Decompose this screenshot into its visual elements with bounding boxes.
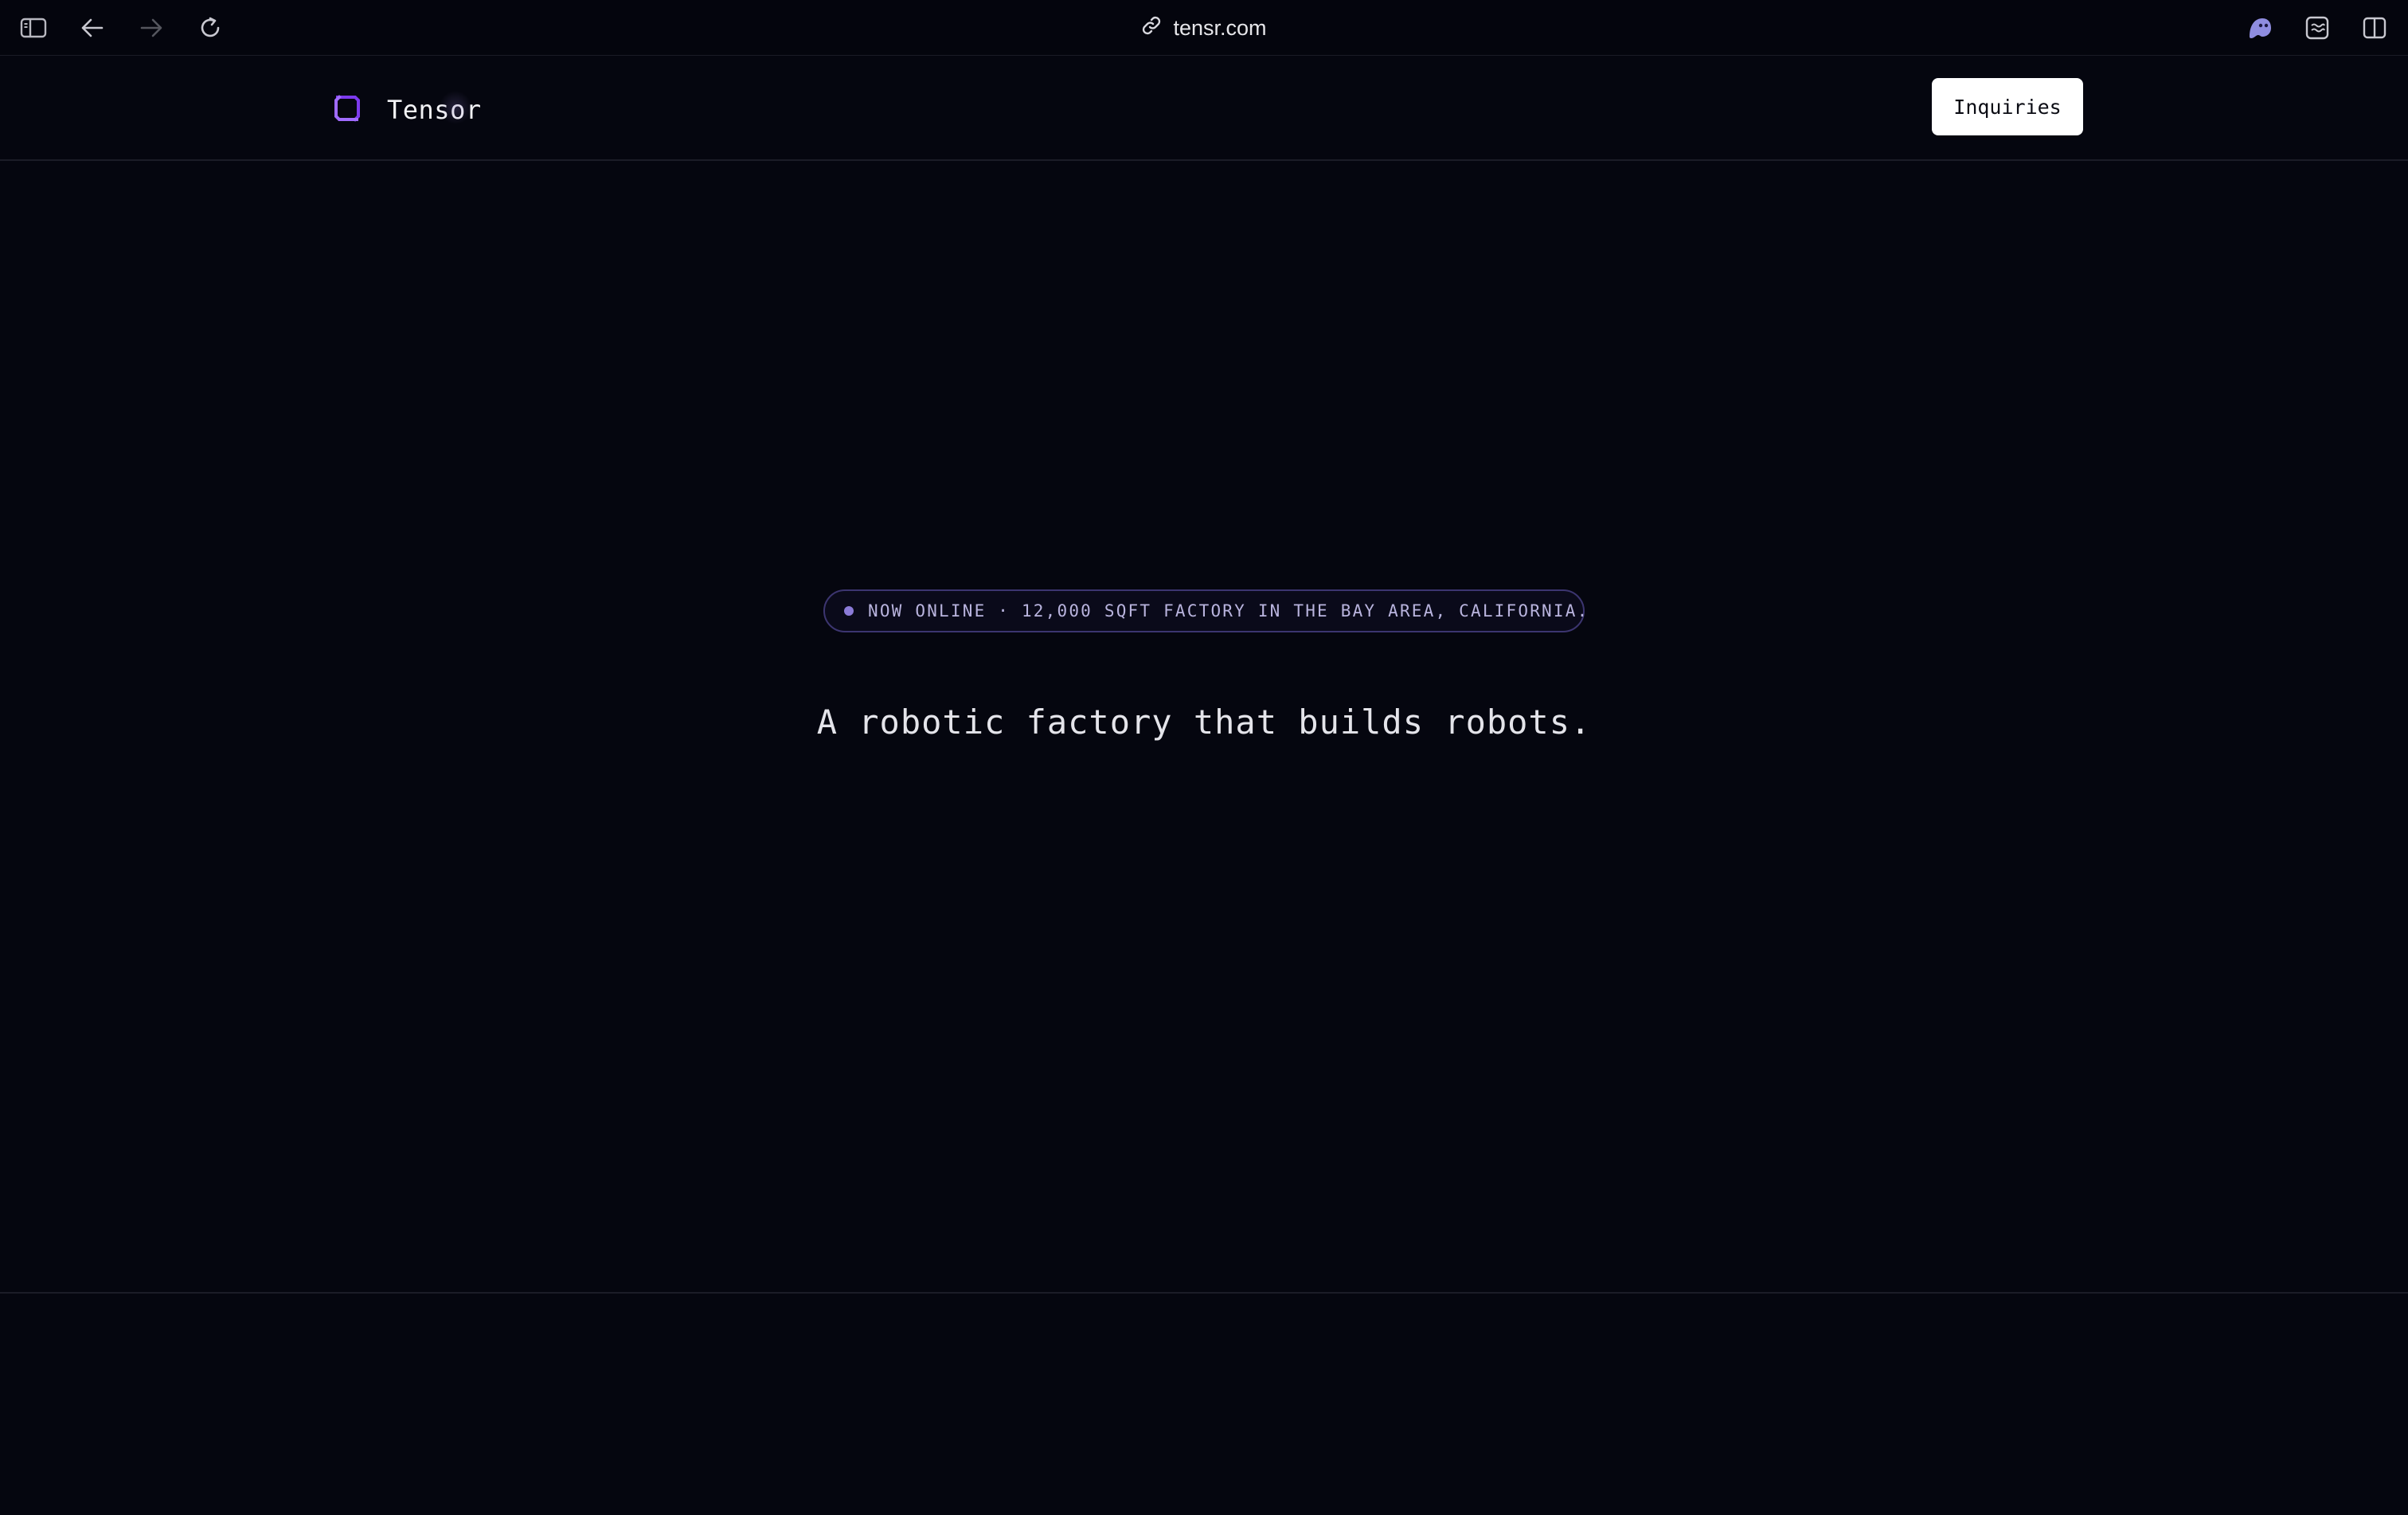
forward-arrow-icon[interactable] <box>137 14 166 42</box>
sidebar-toggle-icon[interactable] <box>19 14 48 42</box>
hero-section: NOW ONLINE · 12,000 SQFT FACTORY IN THE … <box>0 161 2408 1294</box>
status-dot-icon <box>844 606 854 616</box>
brand-logo-link[interactable]: Tensor <box>331 88 482 132</box>
hero-tagline: A robotic factory that builds robots. <box>816 703 1592 742</box>
status-badge: NOW ONLINE · 12,000 SQFT FACTORY IN THE … <box>823 589 1587 632</box>
back-arrow-icon[interactable] <box>78 14 107 42</box>
status-badge-text: NOW ONLINE · 12,000 SQFT FACTORY IN THE … <box>868 601 1589 620</box>
tensor-logo-icon <box>331 92 363 127</box>
link-icon <box>1141 15 1162 41</box>
url-text: tensr.com <box>1173 15 1267 40</box>
site-header: Tensor Inquiries <box>0 56 2408 161</box>
brand-name: Tensor <box>387 90 482 125</box>
inquiries-button[interactable]: Inquiries <box>1932 78 2083 135</box>
address-bar[interactable]: tensr.com <box>956 0 1452 56</box>
ghost-extension-icon[interactable] <box>2246 14 2274 42</box>
reader-icon[interactable] <box>2303 14 2332 42</box>
browser-toolbar: tensr.com <box>0 0 2408 56</box>
split-view-icon[interactable] <box>2360 14 2389 42</box>
reload-icon[interactable] <box>196 14 225 42</box>
